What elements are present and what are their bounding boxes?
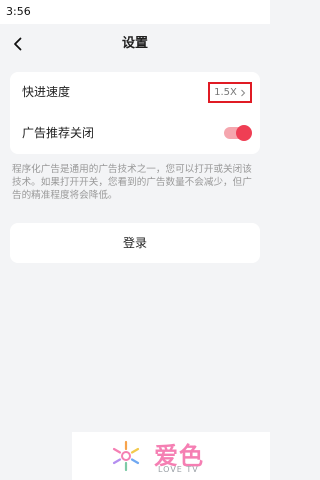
status-bar: 3:56 [0, 0, 270, 24]
watermark-subtitle: LOVE TV [158, 465, 199, 474]
toggle-knob [236, 125, 252, 141]
ads-label: 广告推荐关闭 [22, 126, 95, 140]
ads-toggle[interactable] [224, 125, 252, 141]
chevron-right-icon [241, 89, 246, 96]
speed-selector[interactable]: 1.5X [208, 82, 252, 103]
speed-label: 快进速度 [22, 85, 71, 99]
ads-description: 程序化广告是通用的广告技术之一，您可以打开或关闭该技术。如果打开开关，您看到的广… [12, 164, 252, 201]
back-button[interactable] [6, 32, 30, 56]
nav-bar: 设置 [0, 24, 270, 64]
watermark: 爱色 LOVE TV [72, 432, 270, 480]
setting-row-ad-recommendation: 广告推荐关闭 [10, 113, 260, 154]
speed-value: 1.5X [214, 87, 237, 98]
settings-card: 快进速度 1.5X 广告推荐关闭 [10, 72, 260, 154]
setting-row-playback-speed[interactable]: 快进速度 1.5X [10, 72, 260, 113]
status-time: 3:56 [6, 5, 31, 18]
page-title: 设置 [121, 36, 148, 51]
flower-logo-icon [112, 440, 140, 472]
login-button[interactable]: 登录 [10, 223, 260, 263]
chevron-left-icon [14, 37, 22, 51]
